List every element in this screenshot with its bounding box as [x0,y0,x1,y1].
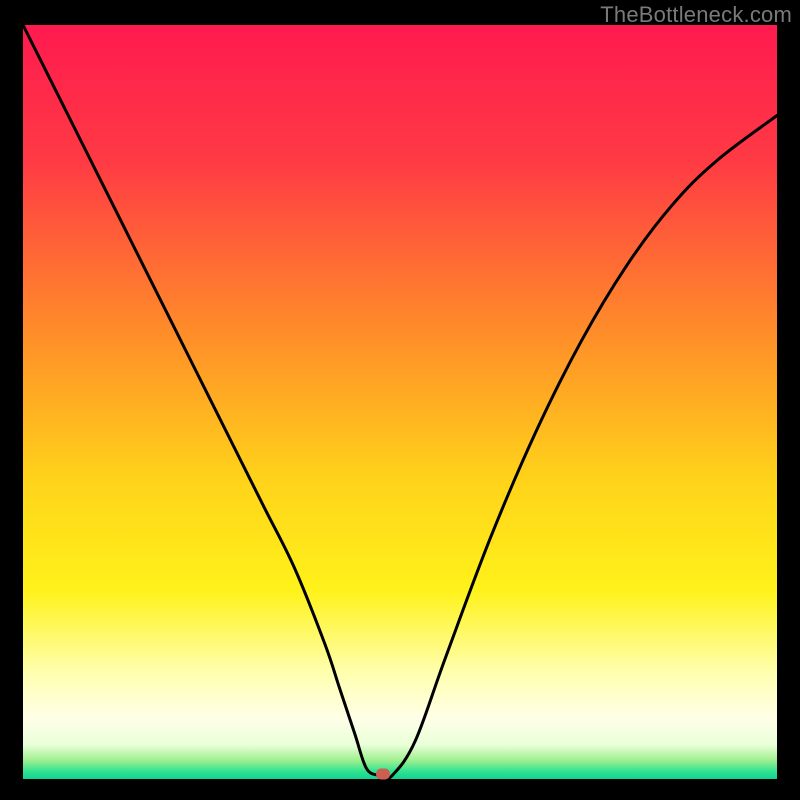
chart-container: TheBottleneck.com [0,0,800,800]
bottleneck-curve [23,25,777,779]
plot-area [23,25,777,779]
optimal-point-marker [376,769,390,780]
watermark-text: TheBottleneck.com [600,2,792,28]
